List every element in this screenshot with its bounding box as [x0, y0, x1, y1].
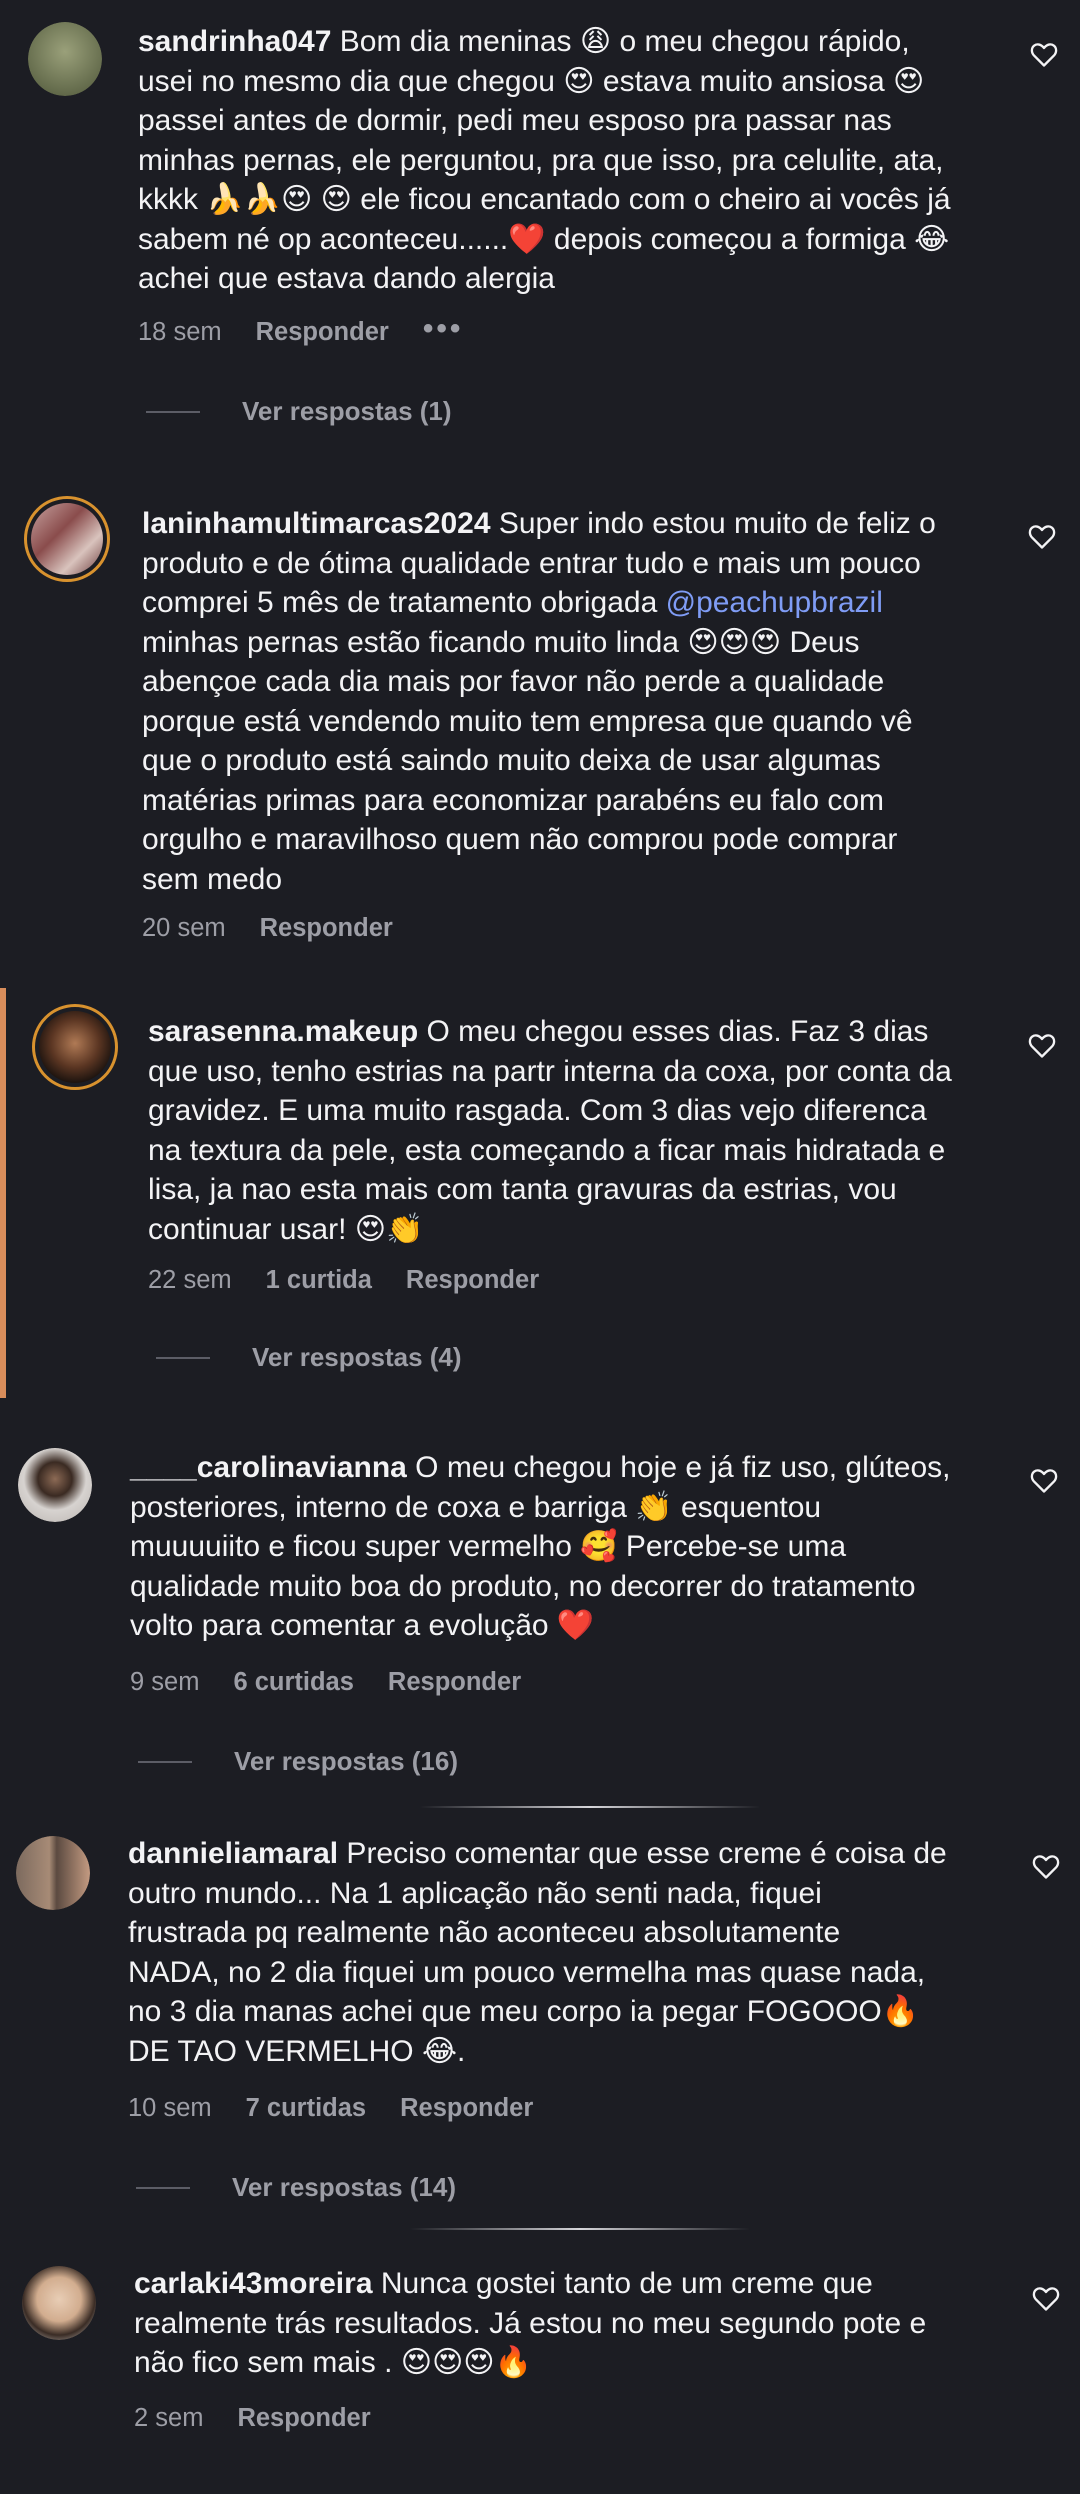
view-replies-button[interactable]: Ver respostas (16)	[138, 1746, 458, 1777]
comment-text: sarasenna.makeup O meu chegou esses dias…	[148, 1015, 952, 1246]
view-replies-button[interactable]: Ver respostas (1)	[146, 396, 452, 427]
comment-time: 20 sem	[142, 914, 226, 942]
reply-button[interactable]: Responder	[400, 2094, 533, 2123]
likes-count[interactable]: 6 curtidas	[233, 1668, 353, 1697]
replies-line	[138, 1760, 192, 1763]
heart-icon[interactable]	[1028, 1033, 1056, 1059]
divider	[410, 2228, 750, 2230]
comment-time: 2 sem	[134, 2404, 204, 2432]
heart-icon[interactable]	[1028, 524, 1056, 550]
more-options-icon[interactable]: •••	[423, 312, 464, 346]
divider	[420, 1806, 760, 1808]
avatar[interactable]	[16, 1836, 90, 1910]
replies-line	[156, 1356, 210, 1359]
comment-username[interactable]: carlaki43moreira	[134, 2267, 373, 2300]
reply-button[interactable]: Responder	[237, 2404, 370, 2433]
comment-text: ____carolinavianna O meu chegou hoje e j…	[130, 1451, 951, 1642]
reply-button[interactable]: Responder	[406, 1266, 539, 1295]
comment-text: carlaki43moreira Nunca gostei tanto de u…	[134, 2267, 927, 2379]
avatar[interactable]	[24, 496, 110, 582]
reply-button[interactable]: Responder	[388, 1668, 521, 1697]
highlight-bar	[0, 988, 6, 1398]
comment-time: 10 sem	[128, 2094, 212, 2122]
likes-count[interactable]: 7 curtidas	[246, 2094, 366, 2123]
comment-username[interactable]: sandrinha047	[138, 25, 331, 58]
comment-username[interactable]: laninhamultimarcas2024	[142, 507, 491, 540]
comment-time: 9 sem	[130, 1668, 200, 1696]
reply-button[interactable]: Responder	[260, 914, 393, 943]
comment-time: 22 sem	[148, 1266, 232, 1294]
replies-line	[146, 410, 200, 413]
comment-username[interactable]: dannieliamaral	[128, 1837, 338, 1870]
reply-button[interactable]: Responder	[256, 318, 389, 347]
avatar[interactable]	[22, 2266, 96, 2340]
heart-icon[interactable]	[1030, 1468, 1058, 1494]
comment-time: 18 sem	[138, 318, 222, 346]
mention-link[interactable]: @peachupbrazil	[666, 586, 883, 619]
comment-text: dannieliamaral Preciso comentar que esse…	[128, 1837, 947, 2068]
avatar[interactable]	[18, 1448, 92, 1522]
view-replies-button[interactable]: Ver respostas (14)	[136, 2172, 456, 2203]
avatar[interactable]	[28, 22, 102, 96]
comment-username[interactable]: ____carolinavianna	[130, 1451, 407, 1484]
heart-icon[interactable]	[1032, 1854, 1060, 1880]
view-replies-button[interactable]: Ver respostas (4)	[156, 1342, 462, 1373]
heart-icon[interactable]	[1032, 2286, 1060, 2312]
comment-text: laninhamultimarcas2024 Super indo estou …	[142, 507, 936, 896]
comment-text: sandrinha047 Bom dia meninas 😩 o meu che…	[138, 25, 951, 295]
avatar[interactable]	[32, 1004, 118, 1090]
heart-icon[interactable]	[1030, 42, 1058, 68]
replies-line	[136, 2186, 190, 2189]
comment-username[interactable]: sarasenna.makeup	[148, 1015, 418, 1048]
likes-count[interactable]: 1 curtida	[266, 1266, 372, 1295]
